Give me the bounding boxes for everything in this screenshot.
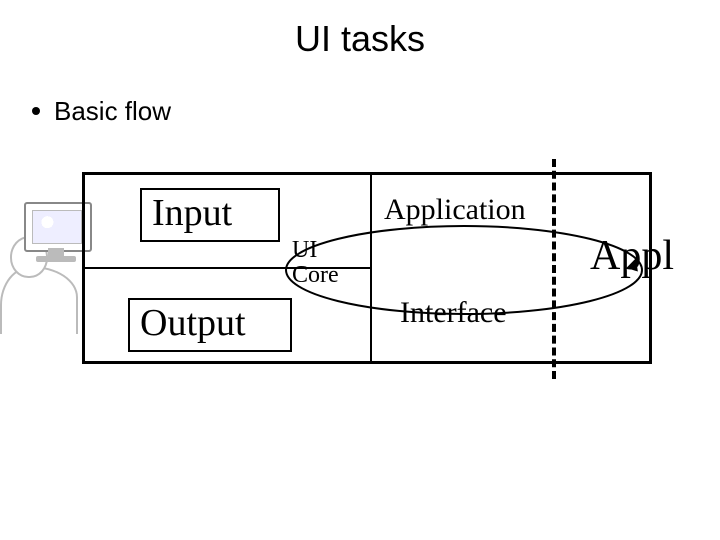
bullet-text: Basic flow xyxy=(54,96,171,126)
bullet-row: Basic flow xyxy=(32,96,171,127)
slide: UI tasks Basic flow Input Output UI Core… xyxy=(0,0,720,540)
output-box: Output xyxy=(128,298,292,352)
ui-core-label: UI Core xyxy=(292,238,339,288)
bullet-dot-icon xyxy=(32,107,40,115)
ui-core-line2: Core xyxy=(292,263,339,288)
internal-separator-line xyxy=(370,172,372,364)
application-label: Application xyxy=(384,193,526,227)
appl-label: Appl xyxy=(590,232,674,280)
slide-title: UI tasks xyxy=(0,18,720,60)
app-boundary-dashed-line xyxy=(552,159,556,379)
ui-core-line1: UI xyxy=(292,238,339,263)
interface-label: Interface xyxy=(400,296,507,330)
input-box: Input xyxy=(140,188,280,242)
